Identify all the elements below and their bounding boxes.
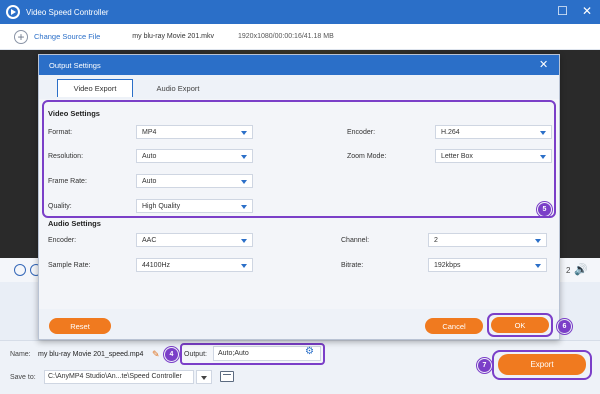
title-bar: Video Speed Controller ☐ ✕ [0, 0, 600, 24]
bitrate-select[interactable]: 192kbps [428, 258, 547, 272]
output-file-name: my blu-ray Movie 201_speed.mp4 [38, 351, 144, 358]
dropdown-arrow-icon [241, 131, 247, 135]
format-select[interactable]: MP4 [136, 125, 253, 139]
audio-encoder-select[interactable]: AAC [136, 233, 253, 247]
format-label: Format: [48, 129, 73, 136]
quality-value: High Quality [142, 203, 181, 210]
quality-select[interactable]: High Quality [136, 199, 253, 213]
export-button[interactable]: Export [498, 354, 586, 375]
gear-icon[interactable]: ⚙ [305, 347, 314, 357]
audio-settings-heading: Audio Settings [48, 219, 101, 228]
frame-rate-label: Frame Rate: [48, 178, 87, 185]
step-badge-5: 5 [536, 201, 553, 218]
edit-pencil-icon[interactable]: ✎ [152, 349, 160, 360]
channel-value: 2 [434, 237, 438, 244]
dropdown-arrow-icon [540, 131, 546, 135]
dialog-title-bar: Output Settings ✕ [39, 55, 559, 75]
dropdown-arrow-icon [535, 264, 541, 268]
close-window-icon[interactable]: ✕ [582, 4, 592, 18]
change-source-button[interactable]: Change Source File [34, 32, 100, 41]
video-encoder-label: Encoder: [347, 129, 376, 136]
reset-button[interactable]: Reset [49, 318, 111, 334]
step-badge-4: 4 [163, 346, 180, 363]
cancel-button[interactable]: Cancel [425, 318, 483, 334]
window-controls: ☐ ✕ [557, 4, 592, 18]
bitrate-label: Bitrate: [341, 262, 364, 269]
dropdown-arrow-icon [535, 239, 541, 243]
save-to-dropdown[interactable] [196, 370, 212, 384]
tab-video-export[interactable]: Video Export [57, 79, 133, 97]
quality-label: Quality: [48, 203, 72, 210]
source-info-bar: + Change Source File my blu-ray Movie 20… [0, 24, 600, 50]
app-title: Video Speed Controller [26, 7, 109, 17]
save-to-path: C:\AnyMP4 Studio\An...te\Speed Controlle… [48, 373, 182, 380]
volume-icon[interactable]: 🔊 [574, 263, 588, 276]
maximize-icon[interactable]: ☐ [557, 4, 568, 18]
pause-icon[interactable] [14, 264, 26, 276]
step-badge-6: 6 [556, 318, 573, 335]
dialog-title: Output Settings [49, 61, 101, 70]
sample-rate-label: Sample Rate: [48, 262, 91, 269]
add-circle-icon[interactable]: + [14, 29, 28, 44]
app-logo-icon [6, 5, 20, 19]
video-settings-heading: Video Settings [48, 109, 100, 118]
source-file-name: my blu-ray Movie 201.mkv [132, 33, 214, 40]
zoom-mode-select[interactable]: Letter Box [435, 149, 552, 163]
zoom-mode-label: Zoom Mode: [347, 153, 387, 160]
close-icon[interactable]: ✕ [539, 58, 548, 71]
format-value: MP4 [142, 129, 157, 136]
dropdown-arrow-icon [241, 155, 247, 159]
dropdown-arrow-icon [241, 264, 247, 268]
audio-encoder-value: AAC [142, 237, 157, 244]
step-badge-7: 7 [476, 357, 493, 374]
channel-label: Channel: [341, 237, 370, 244]
tab-audio-export[interactable]: Audio Export [143, 79, 213, 97]
frame-rate-select[interactable]: Auto [136, 174, 253, 188]
dialog-tabs: Video Export Audio Export [39, 75, 559, 99]
dropdown-arrow-icon [241, 205, 247, 209]
output-label: Output: [184, 351, 207, 358]
name-label: Name: [10, 351, 31, 358]
output-settings-dialog: Output Settings ✕ Video Export Audio Exp… [38, 54, 560, 340]
resolution-label: Resolution: [48, 153, 84, 160]
resolution-value: Auto [142, 153, 157, 160]
app-window: Video Speed Controller ☐ ✕ + Change Sour… [0, 0, 600, 394]
folder-icon[interactable] [220, 371, 234, 382]
bitrate-value: 192kbps [434, 262, 461, 269]
channel-select[interactable]: 2 [428, 233, 547, 247]
dropdown-arrow-icon [241, 180, 247, 184]
video-encoder-value: H.264 [441, 129, 460, 136]
dropdown-arrow-icon [540, 155, 546, 159]
resolution-select[interactable]: Auto [136, 149, 253, 163]
dropdown-arrow-icon [241, 239, 247, 243]
output-value: Auto;Auto [218, 350, 249, 357]
ok-button[interactable]: OK [491, 317, 549, 333]
source-file-meta: 1920x1080/00:00:16/41.18 MB [238, 33, 334, 40]
sample-rate-select[interactable]: 44100Hz [136, 258, 253, 272]
save-to-label: Save to: [10, 374, 36, 381]
video-encoder-select[interactable]: H.264 [435, 125, 552, 139]
frame-rate-value: Auto [142, 178, 157, 185]
sample-rate-value: 44100Hz [142, 262, 171, 269]
zoom-mode-value: Letter Box [441, 153, 473, 160]
volume-number: 2 [566, 266, 571, 275]
audio-encoder-label: Encoder: [48, 237, 77, 244]
